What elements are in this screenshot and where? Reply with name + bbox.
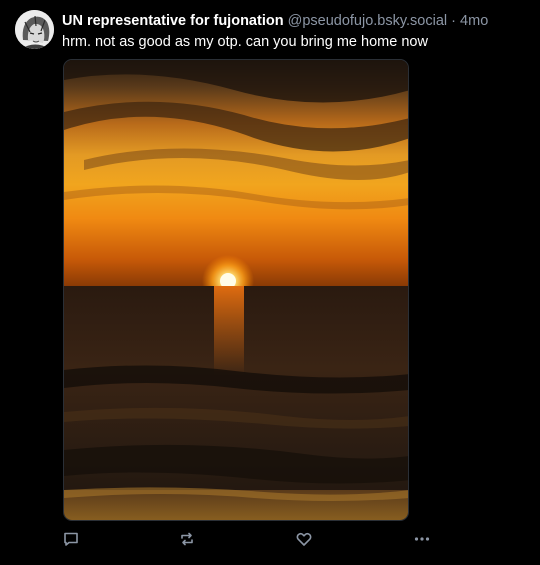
post-text: hrm. not as good as my otp. can you brin… <box>62 34 428 50</box>
post[interactable]: UN representative for fujonation @pseudo… <box>0 0 540 565</box>
author-handle[interactable]: @pseudofujo.bsky.social <box>288 13 448 29</box>
post-header: UN representative for fujonation @pseudo… <box>62 12 530 30</box>
post-image[interactable] <box>63 59 409 521</box>
heart-icon <box>296 532 312 546</box>
sunset-photo <box>64 60 408 520</box>
more-options-button[interactable] <box>413 530 431 548</box>
ellipsis-icon <box>414 537 430 541</box>
avatar[interactable] <box>15 10 54 49</box>
comment-icon <box>64 532 78 546</box>
reply-button[interactable] <box>62 530 80 548</box>
repost-icon <box>181 532 193 546</box>
avatar-image <box>15 10 54 49</box>
post-timestamp[interactable]: 4mo <box>460 13 488 29</box>
like-button[interactable] <box>295 530 313 548</box>
repost-button[interactable] <box>178 530 196 548</box>
header-separator: · <box>451 13 457 29</box>
author-display-name[interactable]: UN representative for fujonation <box>62 13 284 29</box>
